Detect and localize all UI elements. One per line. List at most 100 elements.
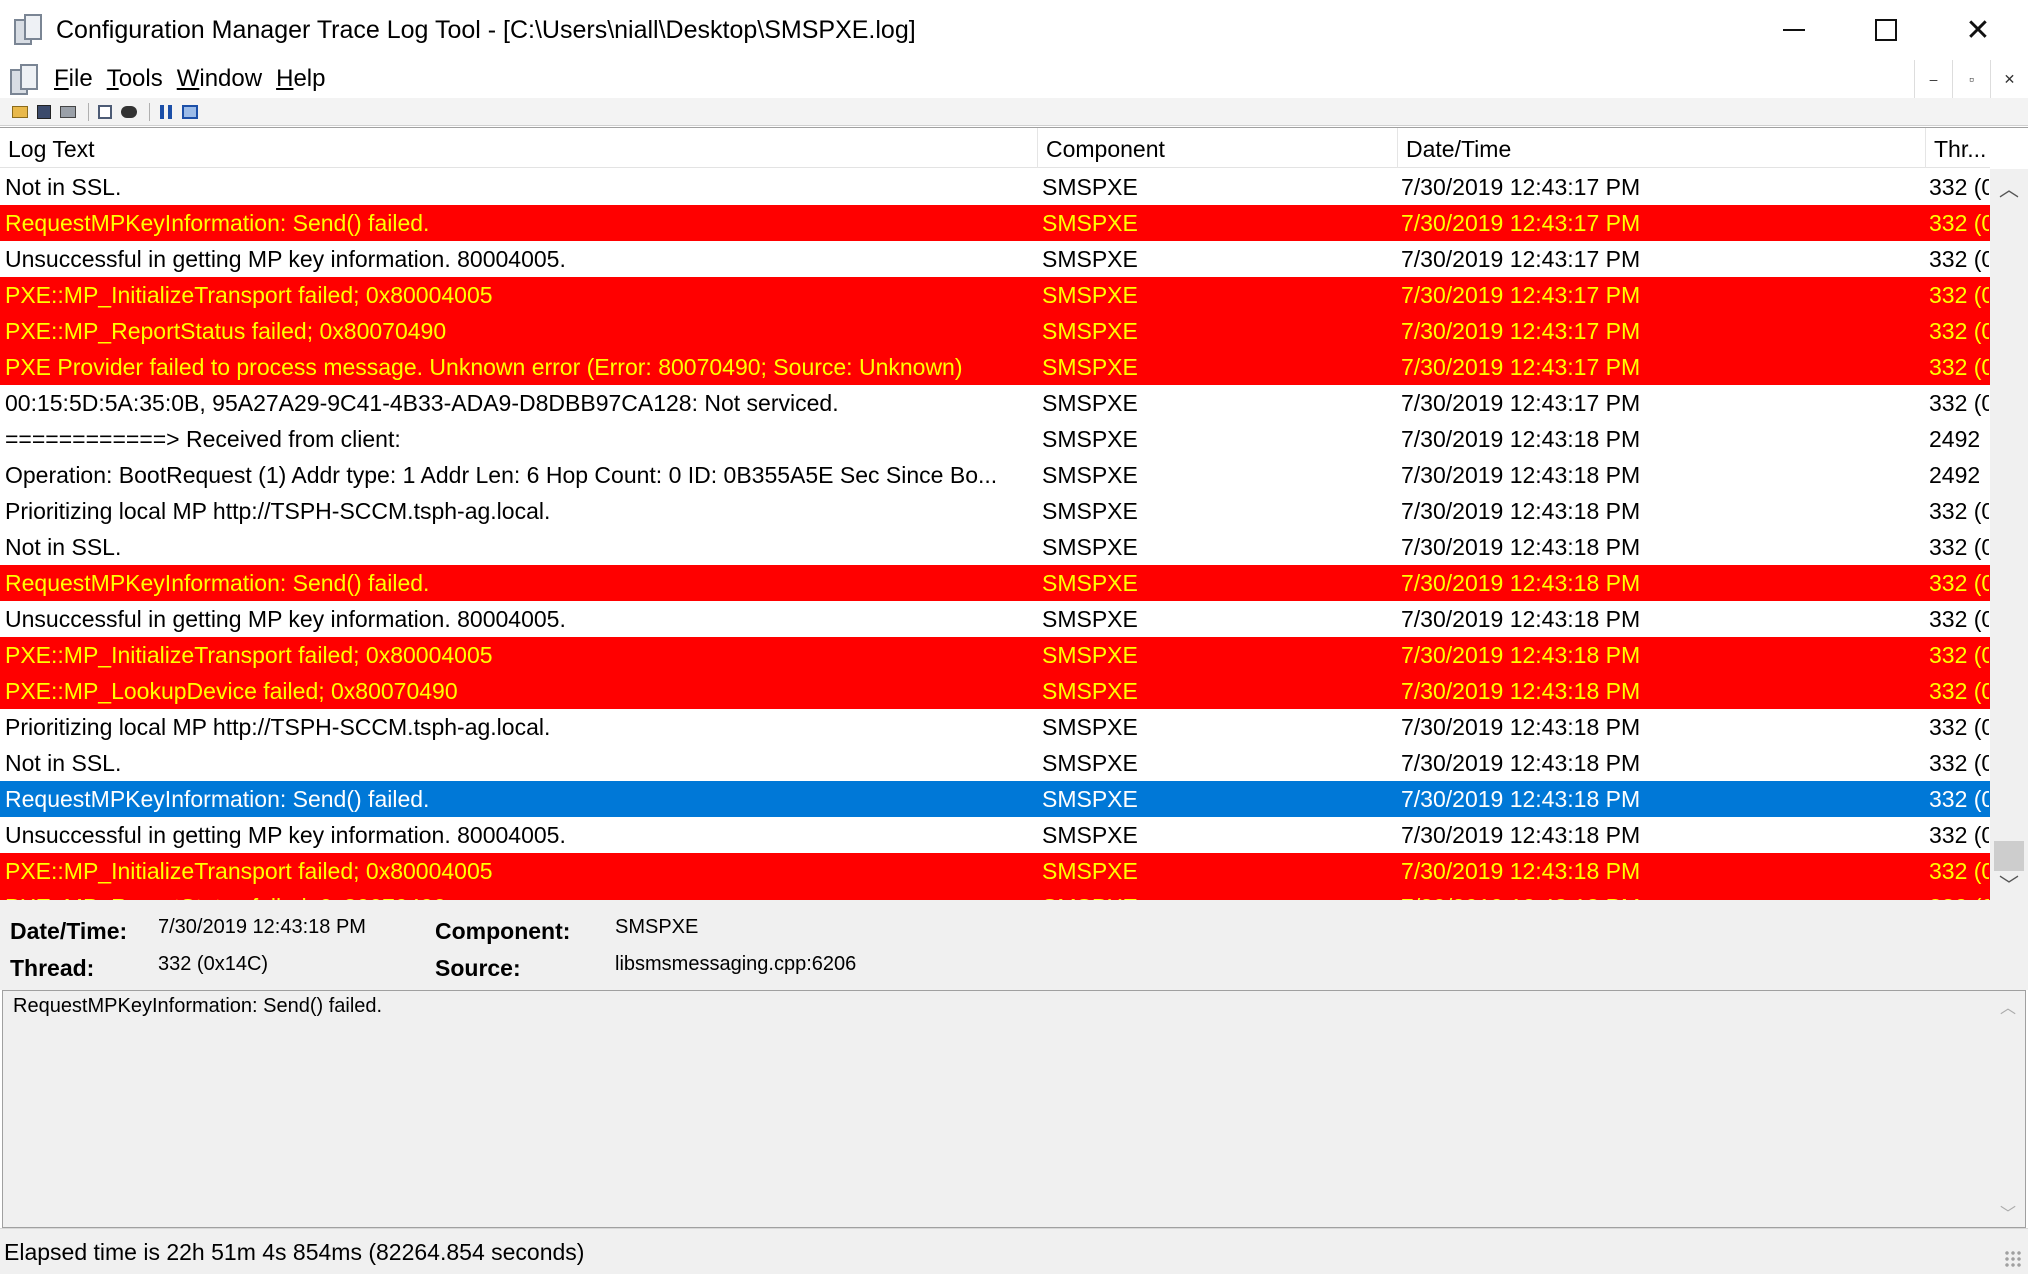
scroll-down-arrow-icon[interactable]: ﹀ [1990, 865, 2028, 900]
thread-value: 332 (0x14C) [158, 953, 269, 975]
message-scrollbar[interactable]: ︿ ﹀ [1991, 991, 2025, 1227]
source-value: libsmsmessaging.cpp:6206 [615, 953, 857, 975]
table-row[interactable]: RequestMPKeyInformation: Send() failed. S… [0, 781, 1990, 817]
row-thread: 332 (0 [1929, 714, 1989, 740]
row-log-text: RequestMPKeyInformation: Send() failed. [5, 570, 430, 596]
table-row[interactable]: Not in SSL. SMSPXE 7/30/2019 12:43:17 PM 33… [0, 169, 1990, 205]
scroll-up-arrow-icon[interactable]: ︿ [1990, 169, 2028, 205]
column-header-thread[interactable]: Thr... [1926, 128, 1990, 168]
row-component: SMSPXE [1042, 714, 1138, 740]
table-row[interactable]: Unsuccessful in getting MP key informati… [0, 601, 1990, 637]
table-row[interactable]: ============> Received from client: SMSPX… [0, 421, 1990, 457]
row-datetime: 7/30/2019 12:43:18 PM [1401, 750, 1641, 776]
minimize-button[interactable] [1748, 0, 1840, 60]
table-row[interactable]: Unsuccessful in getting MP key informati… [0, 817, 1990, 853]
row-log-text: Operation: BootRequest (1) Addr type: 1 … [5, 462, 998, 488]
show-details-icon[interactable] [180, 102, 200, 122]
row-component: SMSPXE [1042, 462, 1138, 488]
row-component: SMSPXE [1042, 246, 1138, 272]
list-header: Log Text Component Date/Time Thr... [0, 128, 1990, 168]
table-row[interactable]: Prioritizing local MP http://TSPH-SCCM.t… [0, 493, 1990, 529]
mdi-close-button[interactable]: ✕ [1990, 60, 2028, 98]
row-datetime: 7/30/2019 12:43:18 PM [1401, 858, 1641, 884]
row-component: SMSPXE [1042, 210, 1138, 236]
thread-label: Thread: [10, 955, 95, 981]
table-row[interactable]: Unsuccessful in getting MP key informati… [0, 241, 1990, 277]
maximize-button[interactable] [1840, 0, 1932, 60]
table-row[interactable]: 00:15:5D:5A:35:0B, 95A27A29-9C41-4B33-AD… [0, 385, 1990, 421]
row-thread: 332 (0 [1929, 678, 1989, 704]
row-component: SMSPXE [1042, 354, 1138, 380]
row-thread: 332 (0 [1929, 889, 1989, 900]
row-component: SMSPXE [1042, 174, 1138, 200]
menu-window[interactable]: Window [177, 65, 262, 93]
row-datetime: 7/30/2019 12:43:18 PM [1401, 534, 1641, 560]
row-component: SMSPXE [1042, 426, 1138, 452]
message-textbox[interactable]: RequestMPKeyInformation: Send() failed. … [2, 990, 2026, 1228]
print-icon[interactable] [58, 102, 78, 122]
table-row[interactable]: PXE Provider failed to process message. … [0, 349, 1990, 385]
mdi-restore-button[interactable]: ▫ [1952, 60, 1990, 98]
row-log-text: Unsuccessful in getting MP key informati… [5, 606, 566, 632]
resize-grip-icon[interactable] [2004, 1250, 2022, 1268]
scroll-up-arrow-icon[interactable]: ︿ [1991, 991, 2025, 1021]
table-row[interactable]: PXE::MP_InitializeTransport failed; 0x80… [0, 853, 1990, 889]
row-thread: 332 (0 [1929, 606, 1989, 632]
mdi-minimize-button[interactable]: – [1914, 60, 1952, 98]
table-row[interactable]: Not in SSL. SMSPXE 7/30/2019 12:43:18 PM 33… [0, 745, 1990, 781]
row-log-text: PXE::MP_LookupDevice failed; 0x80070490 [5, 678, 458, 704]
row-thread: 2492 [1929, 426, 1981, 452]
title-bar: Configuration Manager Trace Log Tool - [… [0, 0, 2028, 60]
row-datetime: 7/30/2019 12:43:17 PM [1401, 318, 1641, 344]
open-folder-icon[interactable] [10, 102, 30, 122]
row-datetime: 7/30/2019 12:43:17 PM [1401, 210, 1641, 236]
table-row[interactable]: PXE::MP_ReportStatus failed; 0x80070490 S… [0, 313, 1990, 349]
row-log-text: Not in SSL. [5, 534, 122, 560]
row-component: SMSPXE [1042, 282, 1138, 308]
table-row[interactable]: Not in SSL. SMSPXE 7/30/2019 12:43:18 PM 33… [0, 529, 1990, 565]
row-thread: 332 (0 [1929, 174, 1989, 200]
datetime-value: 7/30/2019 12:43:18 PM [158, 916, 366, 938]
row-thread: 332 (0 [1929, 498, 1989, 524]
column-header-datetime[interactable]: Date/Time [1398, 128, 1926, 168]
table-row[interactable]: Operation: BootRequest (1) Addr type: 1 … [0, 457, 1990, 493]
close-button[interactable]: ✕ [1932, 0, 2024, 60]
status-bar: Elapsed time is 22h 51m 4s 854ms (82264.… [0, 1228, 2028, 1274]
menu-tools[interactable]: Tools [107, 65, 163, 93]
row-log-text: Unsuccessful in getting MP key informati… [5, 246, 566, 272]
row-component: SMSPXE [1042, 786, 1138, 812]
toolbar-separator [88, 102, 89, 121]
column-header-log-text[interactable]: Log Text [0, 128, 1038, 168]
table-row[interactable]: PXE::MP_InitializeTransport failed; 0x80… [0, 637, 1990, 673]
row-thread: 332 (0 [1929, 786, 1989, 812]
window-title: Configuration Manager Trace Log Tool - [… [56, 15, 916, 44]
log-list-scrollbar[interactable]: ︿ ﹀ [1990, 169, 2028, 900]
row-datetime: 7/30/2019 12:43:18 PM [1401, 714, 1641, 740]
row-datetime: 7/30/2019 12:43:18 PM [1401, 786, 1641, 812]
scroll-down-arrow-icon[interactable]: ﹀ [1991, 1197, 2025, 1227]
save-icon[interactable] [34, 102, 54, 122]
find-icon[interactable] [119, 102, 139, 122]
row-component: SMSPXE [1042, 570, 1138, 596]
row-log-text: RequestMPKeyInformation: Send() failed. [5, 210, 430, 236]
table-row[interactable]: PXE::MP_InitializeTransport failed; 0x80… [0, 277, 1990, 313]
row-log-text: PXE::MP_InitializeTransport failed; 0x80… [5, 858, 493, 884]
row-component: SMSPXE [1042, 750, 1138, 776]
table-row[interactable]: PXE::MP_ReportStatus failed; 0x80070490 S… [0, 889, 1990, 900]
pause-icon[interactable] [156, 102, 176, 122]
column-header-component[interactable]: Component [1038, 128, 1398, 168]
table-row[interactable]: RequestMPKeyInformation: Send() failed. S… [0, 205, 1990, 241]
row-log-text: PXE::MP_ReportStatus failed; 0x80070490 [5, 889, 1035, 900]
log-list[interactable]: Log Text Component Date/Time Thr... Not … [0, 127, 2028, 900]
table-row[interactable]: PXE::MP_LookupDevice failed; 0x80070490 S… [0, 673, 1990, 709]
menu-file[interactable]: File [54, 65, 93, 93]
table-row[interactable]: RequestMPKeyInformation: Send() failed. S… [0, 565, 1990, 601]
row-datetime: 7/30/2019 12:43:18 PM [1401, 642, 1641, 668]
table-row[interactable]: Prioritizing local MP http://TSPH-SCCM.t… [0, 709, 1990, 745]
row-thread: 332 (0 [1929, 570, 1989, 596]
toolbar-separator [149, 102, 150, 121]
row-datetime: 7/30/2019 12:43:17 PM [1401, 282, 1641, 308]
copy-icon[interactable] [95, 102, 115, 122]
document-icon[interactable] [8, 63, 40, 95]
menu-help[interactable]: Help [276, 65, 325, 93]
